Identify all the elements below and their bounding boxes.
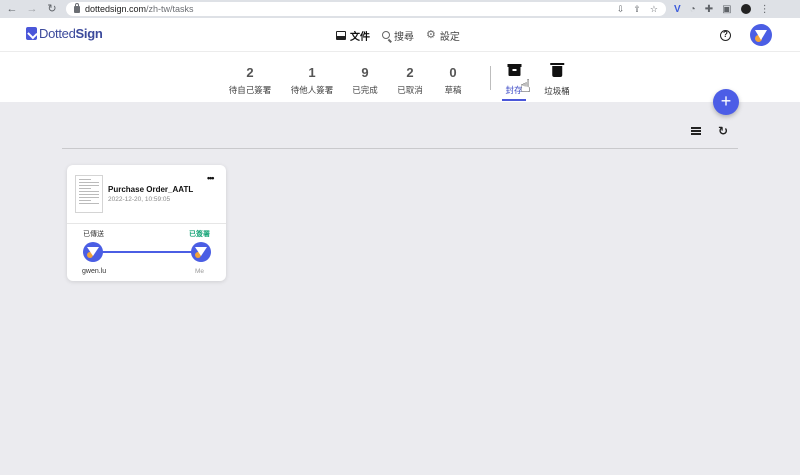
- card-divider: [67, 223, 226, 224]
- logo-text-sign: Sign: [75, 26, 103, 41]
- tab-drafts[interactable]: 0 草稿: [444, 66, 461, 96]
- sender-avatar: [83, 242, 103, 262]
- receiver-name: Me: [195, 268, 205, 275]
- logo-mark-icon: [26, 27, 37, 40]
- lock-icon: [74, 2, 80, 13]
- document-card[interactable]: Purchase Order_AATL 2022-12-20, 10:59:05…: [67, 165, 226, 281]
- status-sent: 已傳送: [83, 231, 104, 238]
- tab-count: 9: [361, 65, 369, 80]
- tab-completed[interactable]: 9 已完成: [352, 66, 378, 96]
- tab-label: 草稿: [444, 85, 462, 95]
- tab-count: 2: [406, 65, 414, 80]
- avatar-triangle: [87, 247, 99, 256]
- more-options-icon[interactable]: •••: [207, 173, 215, 183]
- install-icon[interactable]: ⇩: [617, 4, 625, 15]
- extensions-puzzle-icon[interactable]: ✚: [705, 4, 713, 15]
- document-thumbnail: [75, 175, 103, 213]
- nav-documents-label: 文件: [350, 31, 370, 43]
- sender-name: gwen.lu: [82, 268, 107, 275]
- main-nav: 文件 搜尋 ⚙ 設定: [336, 18, 460, 52]
- extension-v-icon[interactable]: V: [674, 4, 681, 15]
- profile-icon[interactable]: [740, 4, 751, 14]
- browser-toolbar: ← → ↻ dottedsign.com/zh-tw/tasks ⇩ ⇪ ☆ V…: [0, 0, 800, 18]
- tab-label: 已完成: [352, 85, 378, 95]
- gear-icon: ⚙: [426, 28, 436, 41]
- status-signed: 已簽署: [189, 231, 210, 238]
- logo-text-dotted: Dotted: [39, 26, 76, 41]
- active-tab-indicator: [502, 99, 526, 101]
- tab-trash[interactable]: 垃圾桶: [544, 63, 570, 97]
- browser-menu-icon[interactable]: ⋮: [760, 4, 770, 15]
- tab-count: 0: [449, 65, 457, 80]
- hand-pointer-icon: ☝: [520, 76, 531, 96]
- tab-waiting-me[interactable]: 2 待自己簽署: [229, 66, 272, 96]
- reload-icon[interactable]: ↻: [46, 0, 58, 18]
- tab-label: 待他人簽署: [290, 85, 334, 95]
- logo[interactable]: DottedSign: [26, 26, 103, 41]
- nav-documents[interactable]: 文件: [336, 28, 370, 43]
- receiver-avatar: [191, 242, 211, 262]
- tab-waiting-others[interactable]: 1 待他人簽署: [291, 66, 334, 96]
- nav-settings-label: 設定: [439, 31, 460, 43]
- extension-circle-icon[interactable]: ◔: [690, 4, 696, 15]
- app-header: DottedSign 文件 搜尋 ⚙ 設定 ?: [0, 18, 800, 52]
- user-avatar[interactable]: [750, 24, 772, 46]
- help-icon[interactable]: ?: [720, 30, 731, 41]
- nav-search-label: 搜尋: [394, 31, 414, 43]
- archive-icon: [506, 64, 521, 76]
- address-bar[interactable]: dottedsign.com/zh-tw/tasks ⇩ ⇪ ☆: [66, 2, 666, 16]
- progress-track: [93, 251, 201, 253]
- list-view-icon[interactable]: [691, 127, 701, 135]
- back-icon[interactable]: ←: [6, 0, 18, 18]
- trash-icon: [549, 63, 564, 77]
- share-icon[interactable]: ⇪: [633, 4, 641, 15]
- nav-settings[interactable]: ⚙ 設定: [426, 28, 460, 43]
- tabs-divider: [490, 66, 491, 90]
- tab-label: 已取消: [397, 85, 423, 95]
- tab-label: 待自己簽署: [228, 85, 272, 95]
- tab-count: 1: [308, 65, 316, 80]
- document-icon: [336, 30, 346, 40]
- tab-count: 2: [246, 65, 254, 80]
- content-divider: [62, 148, 738, 149]
- url-path: /zh-tw/tasks: [146, 4, 194, 14]
- refresh-icon[interactable]: ↻: [718, 124, 728, 138]
- avatar-triangle: [755, 30, 767, 40]
- bookmark-star-icon[interactable]: ☆: [650, 4, 658, 15]
- add-document-button[interactable]: +: [713, 89, 739, 115]
- nav-search[interactable]: 搜尋: [382, 28, 414, 43]
- tab-cancelled[interactable]: 2 已取消: [397, 66, 423, 96]
- avatar-triangle: [195, 247, 207, 256]
- tab-label: 垃圾桶: [544, 86, 570, 96]
- document-date: 2022-12-20, 10:59:05: [108, 196, 171, 203]
- search-icon: [382, 31, 390, 39]
- side-panel-icon[interactable]: ▣: [722, 4, 731, 15]
- forward-icon[interactable]: →: [26, 0, 38, 18]
- status-tabs: 2 待自己簽署 1 待他人簽署 9 已完成 2 已取消 0 草稿 封存 垃圾桶 …: [0, 52, 800, 102]
- url-host: dottedsign.com: [85, 4, 147, 14]
- document-title[interactable]: Purchase Order_AATL: [108, 185, 193, 194]
